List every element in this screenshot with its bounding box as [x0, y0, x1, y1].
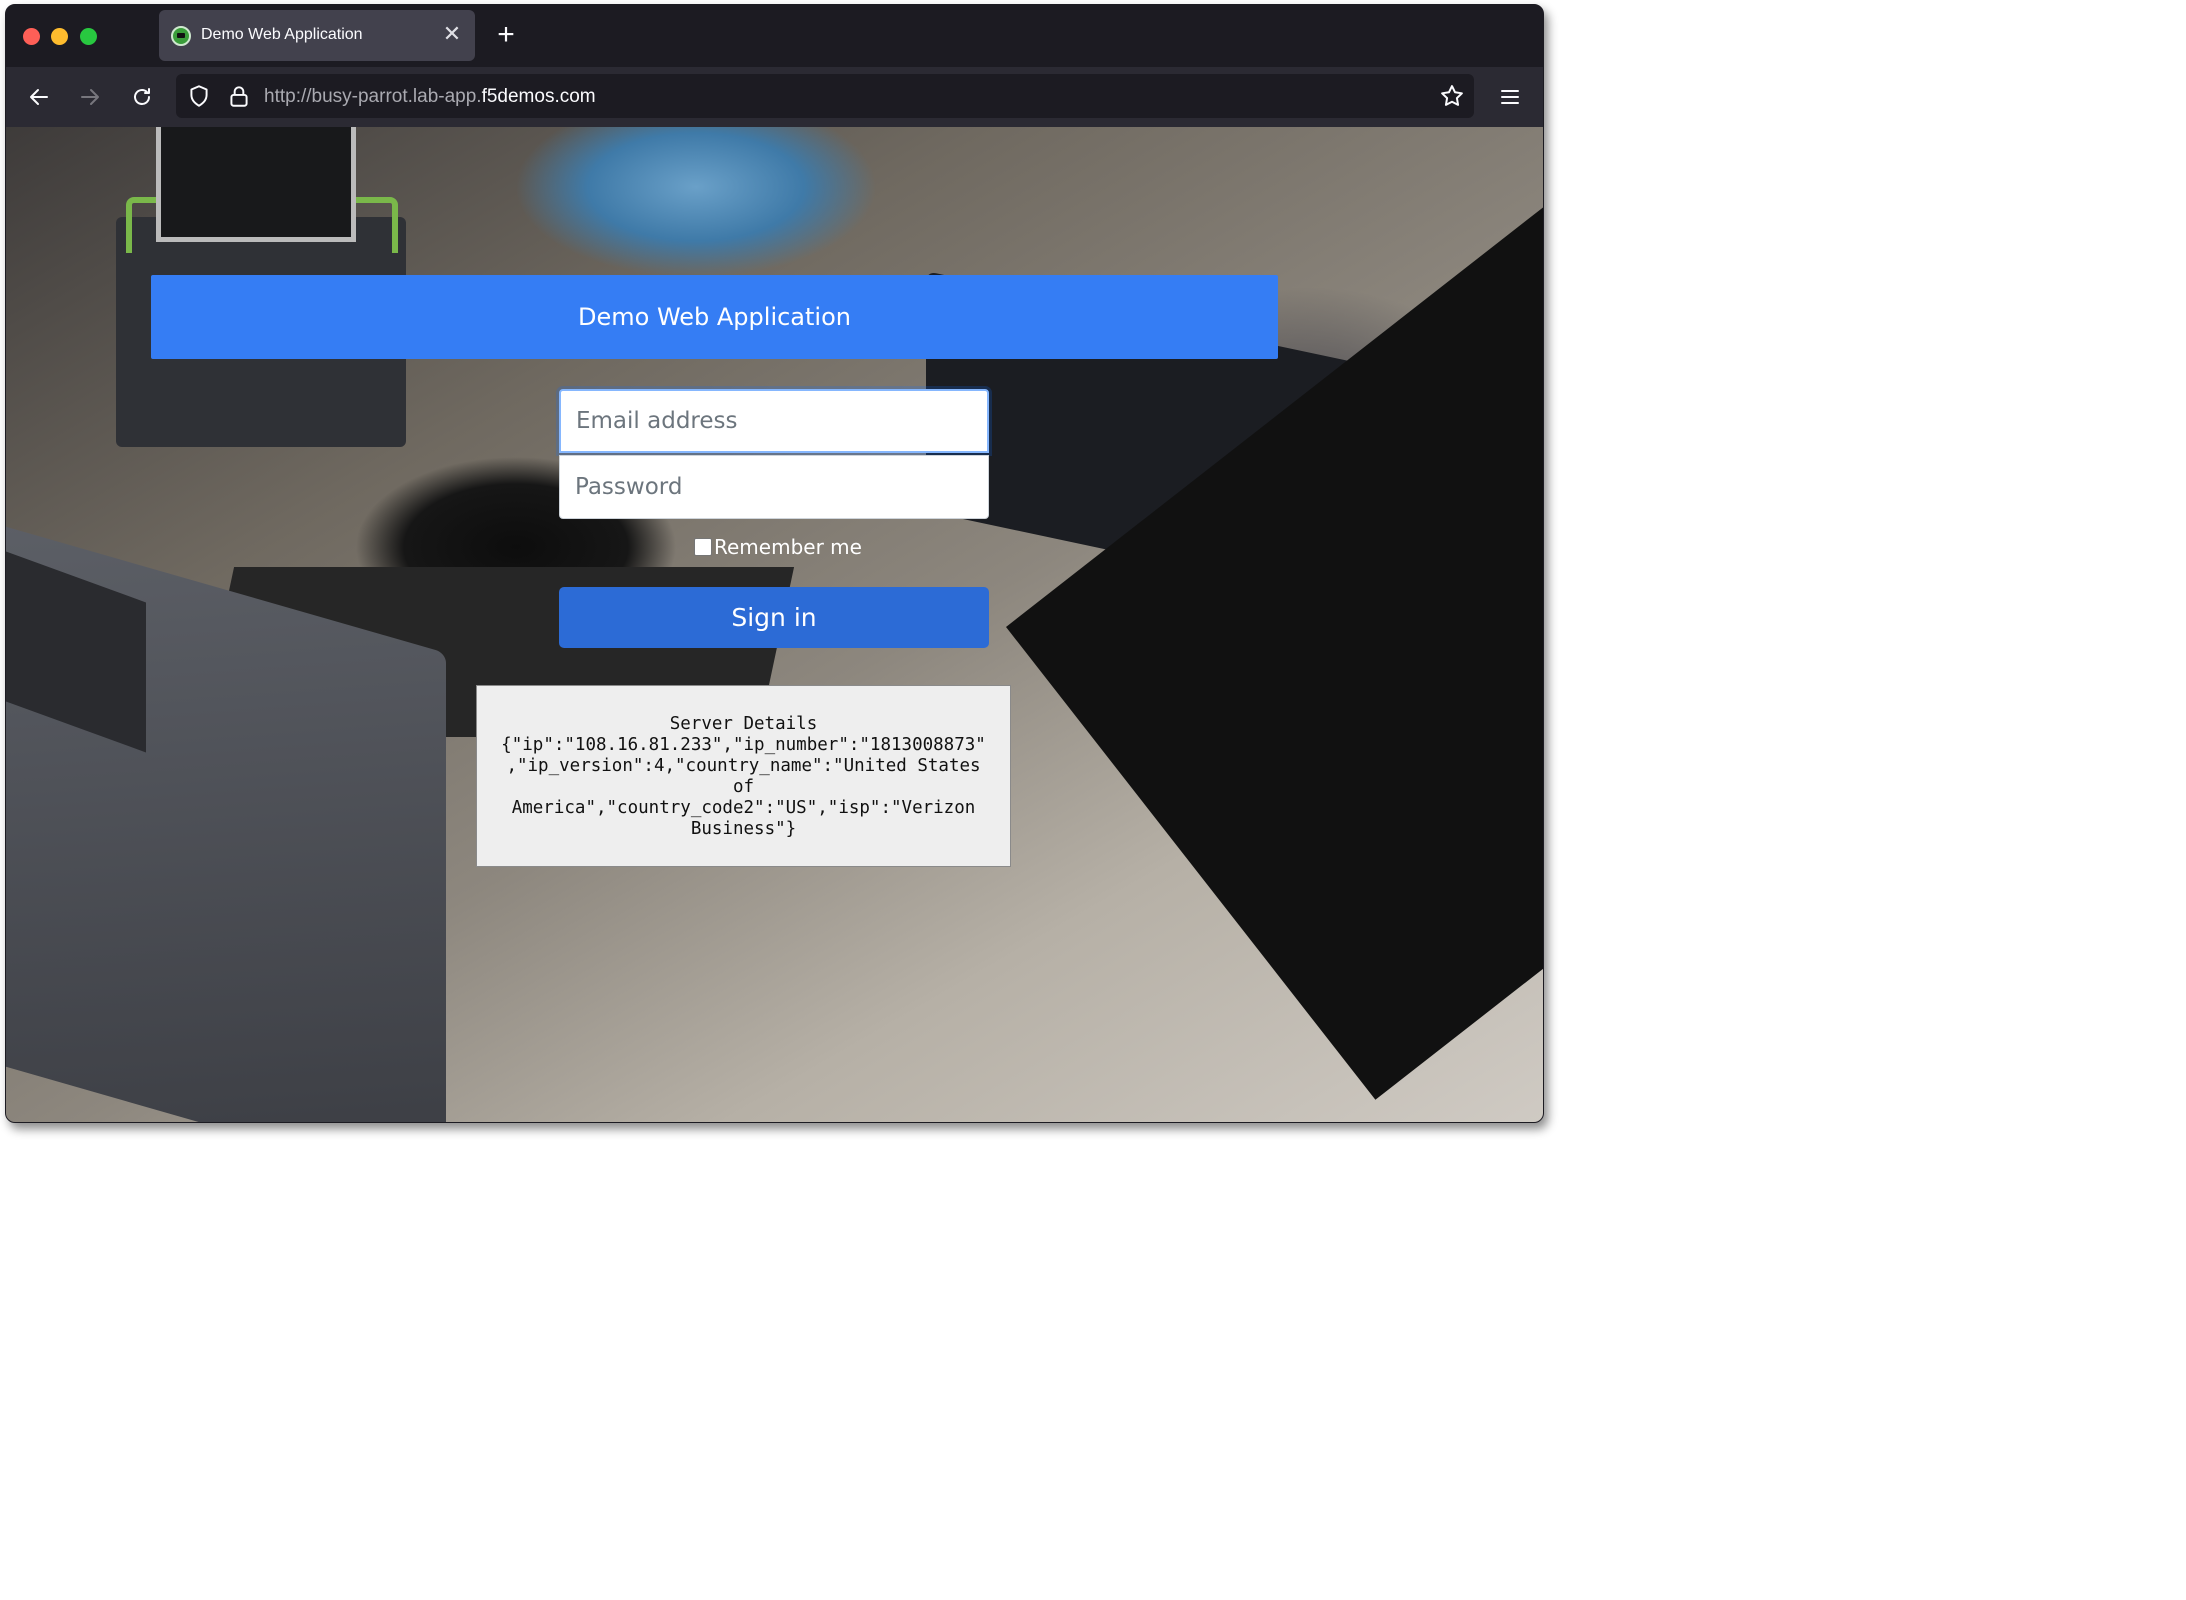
app-menu-button[interactable] [1492, 79, 1528, 115]
url-host: f5demos.com [481, 86, 596, 107]
remember-me-checkbox[interactable] [694, 538, 712, 556]
bookmark-star-icon[interactable] [1438, 82, 1466, 110]
forward-button[interactable] [72, 79, 108, 115]
close-window-button[interactable] [23, 28, 40, 45]
email-field[interactable] [559, 389, 989, 453]
page-content: Demo Web Application Remember me Sign in… [6, 127, 1543, 1122]
remember-me-label: Remember me [714, 535, 862, 559]
title-bar: Demo Web Application ✕ + [6, 5, 1543, 67]
arrow-left-icon [30, 89, 48, 105]
url-prefix: http://busy-parrot.lab-app. [264, 86, 482, 107]
app-title-banner: Demo Web Application [151, 275, 1278, 359]
url-bar[interactable]: http://busy-parrot.lab-app.f5demos.com [176, 74, 1474, 118]
tab-close-icon[interactable]: ✕ [439, 21, 465, 47]
reload-icon [134, 88, 150, 105]
new-tab-button[interactable]: + [490, 19, 522, 51]
hamburger-menu-icon [1501, 90, 1519, 104]
maximize-window-button[interactable] [80, 28, 97, 45]
tab-demo-web-application[interactable]: Demo Web Application ✕ [159, 10, 475, 61]
remember-me[interactable]: Remember me [694, 535, 862, 559]
tab-title: Demo Web Application [201, 26, 363, 43]
back-button[interactable] [21, 79, 57, 115]
site-favicon-icon [171, 26, 191, 46]
minimize-window-button[interactable] [51, 28, 68, 45]
background-phone [156, 127, 356, 242]
reload-button[interactable] [124, 79, 160, 115]
browser-window: Demo Web Application ✕ + http://busy-par… [5, 4, 1544, 1123]
password-field[interactable] [559, 455, 989, 519]
url-text[interactable]: http://busy-parrot.lab-app.f5demos.com [264, 86, 596, 108]
arrow-right-icon [81, 89, 99, 105]
lock-icon[interactable] [226, 83, 252, 109]
shield-icon[interactable] [186, 83, 212, 109]
server-details-label: Server Details [669, 714, 818, 734]
server-details-panel: Server Details {"ip":"108.16.81.233","ip… [476, 685, 1011, 867]
sign-in-button[interactable]: Sign in [559, 587, 989, 648]
navigation-toolbar: http://busy-parrot.lab-app.f5demos.com [6, 67, 1543, 128]
server-details-json: {"ip":"108.16.81.233","ip_number":"18130… [501, 735, 986, 839]
